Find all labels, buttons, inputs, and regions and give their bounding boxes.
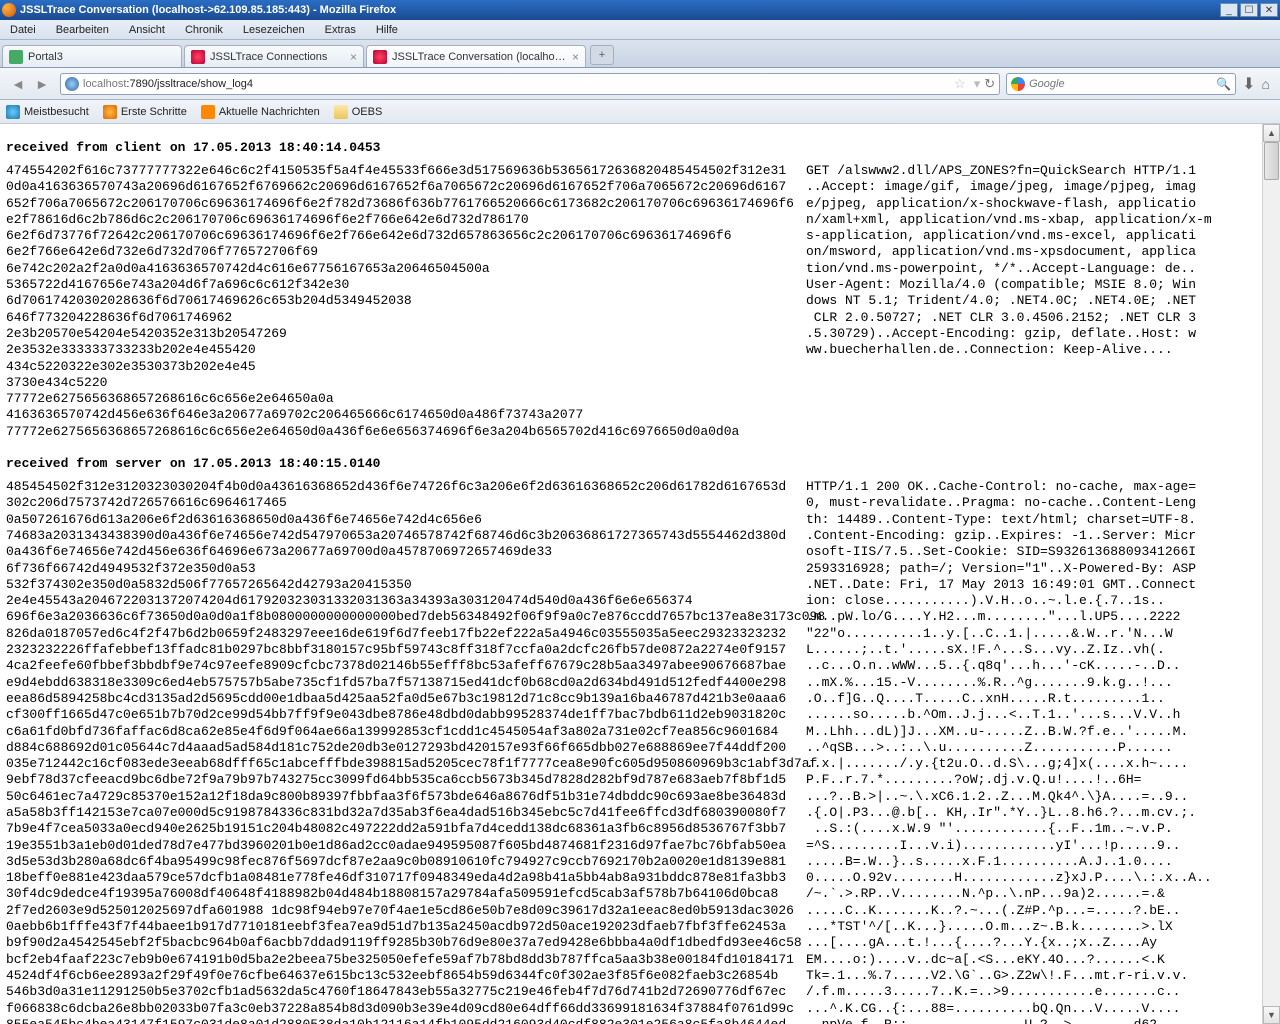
bookmark-oebs[interactable]: OEBS xyxy=(334,105,383,119)
minimize-button[interactable]: _ xyxy=(1220,3,1238,17)
bookmark-star-icon[interactable]: ☆ xyxy=(954,76,966,92)
bookmark-erste-schritte[interactable]: Erste Schritte xyxy=(103,105,187,119)
menu-lesezeichen[interactable]: Lesezeichen xyxy=(233,24,315,36)
text-dump-server: HTTP/1.1 200 OK..Cache-Control: no-cache… xyxy=(806,479,1262,1024)
folder-icon xyxy=(334,105,348,119)
favicon-icon xyxy=(373,50,387,64)
search-box[interactable]: 🔍 xyxy=(1006,73,1236,95)
reload-icon[interactable]: ↻ xyxy=(984,76,995,92)
text-dump-client: GET /alswww2.dll/APS_ZONES?fn=QuickSearc… xyxy=(806,163,1262,359)
tab-portal3[interactable]: Portal3 xyxy=(2,45,182,67)
hex-dump-server: 485454502f312e3120323030204f4b0d0a436163… xyxy=(6,479,806,1024)
globe-icon xyxy=(65,77,79,91)
menu-ansicht[interactable]: Ansicht xyxy=(119,24,175,36)
favicon-icon xyxy=(191,50,205,64)
tab-conversation[interactable]: JSSLTrace Conversation (localhost->62...… xyxy=(366,45,586,67)
maximize-button[interactable]: ☐ xyxy=(1240,3,1258,17)
menu-datei[interactable]: Datei xyxy=(0,24,46,36)
tab-strip: Portal3 JSSLTrace Connections × JSSLTrac… xyxy=(0,40,1280,68)
tab-label: JSSLTrace Conversation (localhost->62...… xyxy=(392,51,568,63)
tab-label: Portal3 xyxy=(28,51,175,63)
bookmarks-bar: Meistbesucht Erste Schritte Aktuelle Nac… xyxy=(0,100,1280,124)
bookmark-meistbesucht[interactable]: Meistbesucht xyxy=(6,105,89,119)
close-window-button[interactable]: ✕ xyxy=(1260,3,1278,17)
tab-connections[interactable]: JSSLTrace Connections × xyxy=(184,45,364,67)
tab-label: JSSLTrace Connections xyxy=(210,51,346,63)
most-visited-icon xyxy=(6,105,20,119)
scroll-track[interactable] xyxy=(1263,142,1280,1006)
search-input[interactable] xyxy=(1029,78,1216,90)
vertical-scrollbar[interactable]: ▲ ▼ xyxy=(1262,124,1280,1024)
menu-hilfe[interactable]: Hilfe xyxy=(366,24,408,36)
new-tab-button[interactable]: + xyxy=(590,45,614,65)
forward-button[interactable]: ► xyxy=(30,73,54,95)
dropdown-icon[interactable]: ▾ xyxy=(974,76,981,92)
downloads-button[interactable]: ⬇ xyxy=(1242,74,1255,94)
hex-dump-client: 474554202f616c73777777322e646c6c2f415053… xyxy=(6,163,806,440)
url-bar[interactable]: localhost:7890/jssltrace/show_log4 ☆ ▾ ↻ xyxy=(60,73,1000,95)
firefox-icon xyxy=(103,105,117,119)
section-heading-server: received from server on 17.05.2013 18:40… xyxy=(6,456,1262,471)
search-icon[interactable]: 🔍 xyxy=(1216,77,1231,91)
menu-extras[interactable]: Extras xyxy=(315,24,366,36)
scroll-thumb[interactable] xyxy=(1264,142,1279,180)
google-icon xyxy=(1011,77,1025,91)
navigation-toolbar: ◄ ► localhost:7890/jssltrace/show_log4 ☆… xyxy=(0,68,1280,100)
bookmark-aktuelle-nachrichten[interactable]: Aktuelle Nachrichten xyxy=(201,105,320,119)
menu-bearbeiten[interactable]: Bearbeiten xyxy=(46,24,119,36)
menu-bar: Datei Bearbeiten Ansicht Chronik Lesezei… xyxy=(0,20,1280,40)
rss-icon xyxy=(201,105,215,119)
page-content: received from client on 17.05.2013 18:40… xyxy=(0,124,1262,1024)
url-host: localhost xyxy=(83,78,126,90)
scroll-down-button[interactable]: ▼ xyxy=(1263,1006,1280,1024)
section-heading-client: received from client on 17.05.2013 18:40… xyxy=(6,140,1262,155)
url-path: :7890/jssltrace/show_log4 xyxy=(126,78,253,90)
menu-chronik[interactable]: Chronik xyxy=(175,24,233,36)
window-title: JSSLTrace Conversation (localhost->62.10… xyxy=(20,4,1218,16)
favicon-icon xyxy=(9,50,23,64)
window-titlebar: JSSLTrace Conversation (localhost->62.10… xyxy=(0,0,1280,20)
firefox-icon xyxy=(2,3,16,17)
back-button[interactable]: ◄ xyxy=(6,73,30,95)
close-icon[interactable]: × xyxy=(572,50,579,64)
home-button[interactable]: ⌂ xyxy=(1262,76,1270,92)
close-icon[interactable]: × xyxy=(350,50,357,64)
scroll-up-button[interactable]: ▲ xyxy=(1263,124,1280,142)
